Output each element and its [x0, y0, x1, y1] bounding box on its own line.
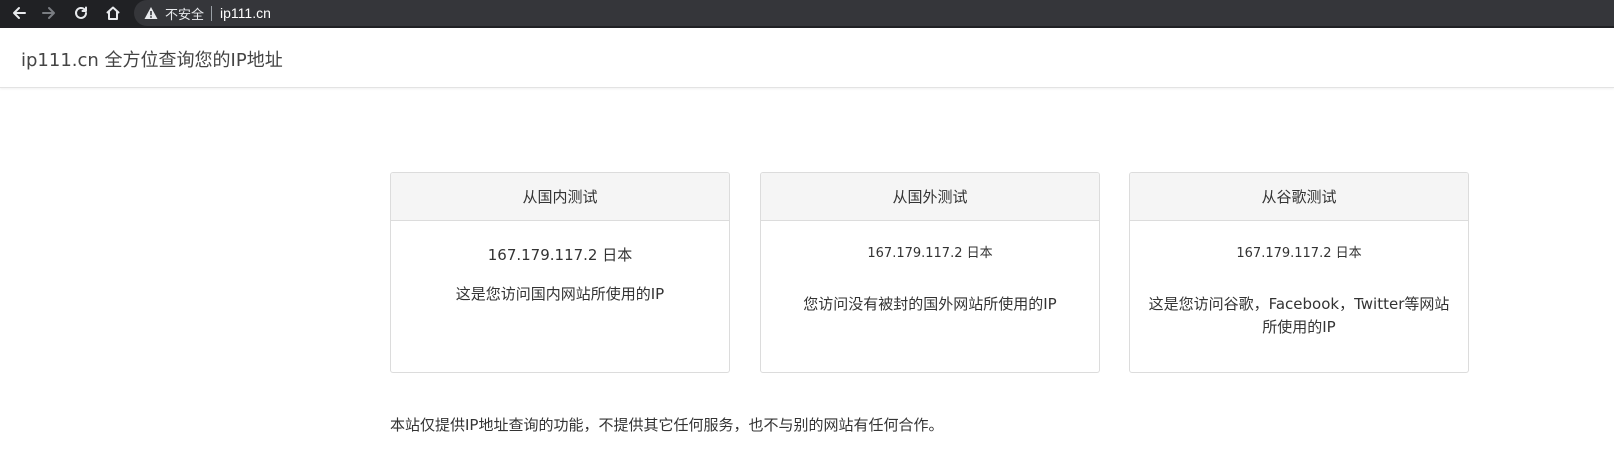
home-icon [105, 5, 121, 21]
reload-button[interactable] [66, 0, 96, 26]
omnibox-divider [211, 5, 213, 21]
ip-address-text: 167.179.117.2 日本 [867, 246, 993, 261]
domestic-test-card: 从国内测试 167.179.117.2 日本 这是您访问国内网站所使用的IP [390, 172, 730, 373]
card-header: 从国内测试 [391, 173, 729, 221]
footer-disclaimer: 本站仅提供IP地址查询的功能，不提供其它任何服务，也不与别的网站有任何合作。 [390, 416, 944, 434]
card-header: 从谷歌测试 [1130, 173, 1468, 221]
back-button[interactable] [4, 0, 34, 26]
foreign-test-card: 从国外测试 167.179.117.2 日本 您访问没有被封的国外网站所使用的I… [760, 172, 1100, 373]
card-description: 这是您访问国内网站所使用的IP [455, 285, 665, 303]
card-description: 您访问没有被封的国外网站所使用的IP [803, 295, 1057, 313]
google-test-card: 从谷歌测试 167.179.117.2 日本 这是您访问谷歌，Facebook，… [1129, 172, 1469, 373]
url-text[interactable]: ip111.cn [220, 5, 271, 21]
address-bar[interactable]: 不安全 ip111.cn [134, 0, 1614, 26]
home-button[interactable] [98, 0, 128, 26]
card-description: 这是您访问谷歌，Facebook，Twitter等网站所使用的IP [1148, 295, 1450, 336]
forward-button[interactable] [34, 0, 64, 26]
arrow-left-icon [11, 5, 27, 21]
warning-triangle-icon[interactable] [143, 5, 159, 21]
site-brand-link[interactable]: ip111.cn 全方位查询您的IP地址 [21, 46, 283, 72]
browser-toolbar: 不安全 ip111.cn [0, 0, 1614, 28]
security-status[interactable]: 不安全 [165, 4, 204, 23]
site-navbar: ip111.cn 全方位查询您的IP地址 [0, 28, 1614, 88]
card-header: 从国外测试 [761, 173, 1099, 221]
reload-icon [73, 5, 89, 21]
ip-address-text: 167.179.117.2 日本 [1236, 246, 1362, 261]
ip-address-text: 167.179.117.2 日本 [487, 246, 633, 264]
arrow-right-icon [41, 5, 57, 21]
